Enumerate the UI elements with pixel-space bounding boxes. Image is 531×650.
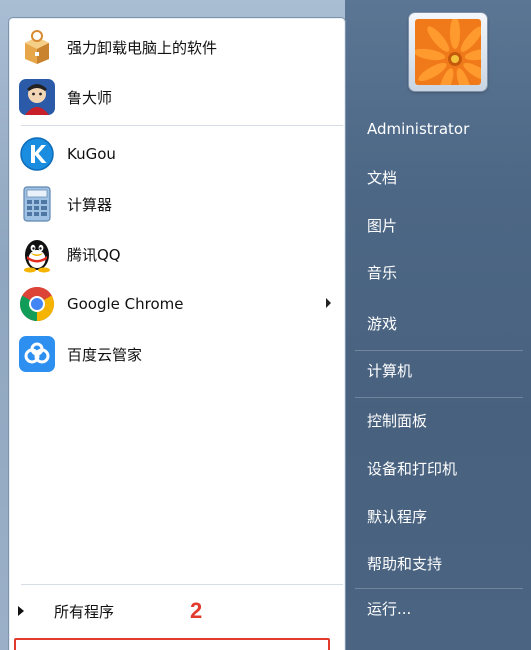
program-label: Google Chrome xyxy=(67,295,184,313)
start-menu: 强力卸载电脑上的软件 鲁大师 KuGou 计算器 腾讯QQ Google Chr… xyxy=(0,0,531,650)
control-panel-link[interactable]: 控制面板 xyxy=(367,410,427,431)
program-label: 腾讯QQ xyxy=(67,245,121,264)
kugou-icon xyxy=(20,137,54,171)
program-label: 百度云管家 xyxy=(67,345,143,364)
all-programs-button[interactable]: 所有程序 xyxy=(14,596,334,626)
program-label: 计算器 xyxy=(67,195,113,214)
program-label: KuGou xyxy=(67,145,116,163)
program-item-ludashi[interactable]: 鲁大师 xyxy=(15,74,341,120)
pictures-link[interactable]: 图片 xyxy=(367,215,397,236)
search-box-highlighted[interactable] xyxy=(14,638,330,650)
run-link[interactable]: 运行... xyxy=(367,598,411,619)
menu-separator xyxy=(355,397,523,398)
user-name-link[interactable]: Administrator xyxy=(367,120,469,138)
program-item-qq[interactable]: 腾讯QQ xyxy=(15,231,341,277)
help-support-link[interactable]: 帮助和支持 xyxy=(367,553,442,574)
games-link[interactable]: 游戏 xyxy=(367,313,397,334)
program-label: 强力卸载电脑上的软件 xyxy=(67,38,218,57)
uninstall-box-icon xyxy=(25,30,49,64)
all-programs-label: 所有程序 xyxy=(54,602,115,621)
computer-link[interactable]: 计算机 xyxy=(367,360,412,381)
chrome-icon xyxy=(20,287,54,321)
start-menu-programs-pane: 强力卸载电脑上的软件 鲁大师 KuGou 计算器 腾讯QQ Google Chr… xyxy=(8,17,346,650)
program-item-uninstaller[interactable]: 强力卸载电脑上的软件 xyxy=(15,24,341,70)
program-item-calculator[interactable]: 计算器 xyxy=(15,181,341,227)
menu-separator xyxy=(21,125,343,126)
devices-printers-link[interactable]: 设备和打印机 xyxy=(367,458,457,479)
submenu-arrow-icon[interactable] xyxy=(326,298,331,308)
flower-picture-icon xyxy=(415,19,481,85)
menu-separator xyxy=(355,588,523,589)
expand-arrow-icon xyxy=(18,606,24,616)
calculator-icon xyxy=(23,186,51,222)
documents-link[interactable]: 文档 xyxy=(367,167,397,188)
menu-separator xyxy=(21,584,343,585)
user-avatar[interactable] xyxy=(409,13,487,91)
qq-penguin-icon xyxy=(24,240,50,273)
step-annotation: 2 xyxy=(190,598,203,623)
program-label: 鲁大师 xyxy=(67,88,113,107)
baidu-cloud-icon xyxy=(19,336,55,372)
menu-separator xyxy=(355,350,523,351)
music-link[interactable]: 音乐 xyxy=(367,262,397,283)
program-item-baidu-cloud[interactable]: 百度云管家 xyxy=(15,331,341,377)
ludashi-icon xyxy=(19,79,55,115)
default-programs-link[interactable]: 默认程序 xyxy=(367,506,427,527)
program-item-chrome[interactable]: Google Chrome xyxy=(15,281,341,327)
program-item-kugou[interactable]: KuGou xyxy=(15,131,341,177)
